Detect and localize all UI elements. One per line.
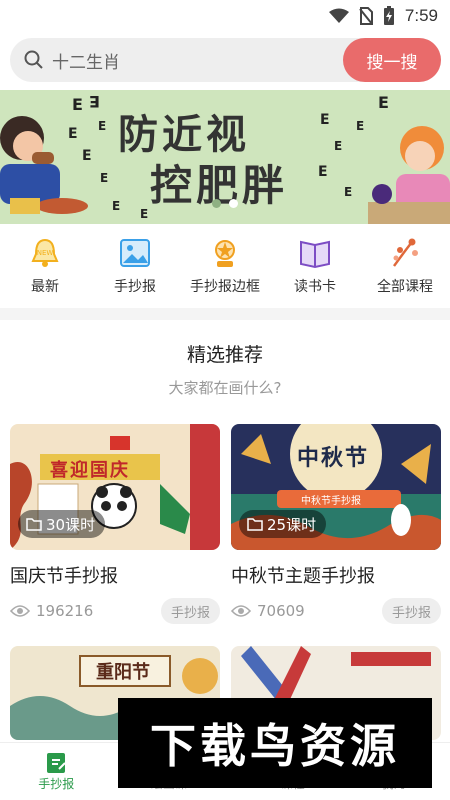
lesson-count: 25课时 — [267, 515, 317, 534]
course-name: 中秋节主题手抄报 — [231, 566, 375, 587]
category-all-courses[interactable]: 全部课程 — [360, 236, 450, 296]
course-tag: 手抄报 — [160, 598, 220, 624]
search-icon — [24, 50, 43, 69]
no-sim-icon — [359, 7, 373, 25]
bell-new-icon: NEW — [31, 238, 59, 267]
category-label: 手抄报 — [114, 279, 156, 295]
svg-text:E: E — [140, 207, 148, 221]
search-bar[interactable]: 十二生肖 搜一搜 — [10, 38, 441, 82]
section-title: 精选推荐 — [186, 344, 263, 366]
category-latest[interactable]: NEW 最新 — [0, 236, 90, 296]
branch-icon — [392, 238, 418, 267]
view-count: 196216 — [10, 602, 93, 620]
tab-handcopy[interactable]: 手抄报 — [11, 751, 101, 792]
wifi-icon — [328, 8, 349, 23]
course-name: 国庆节手抄报 — [10, 566, 118, 587]
flower-frame-icon — [215, 240, 235, 267]
svg-text:E: E — [89, 92, 100, 111]
svg-text:E: E — [72, 95, 83, 114]
category-label: 读书卡 — [294, 279, 336, 295]
svg-text:E: E — [318, 164, 328, 180]
svg-text:E: E — [112, 199, 120, 213]
status-bar: 7:59 — [0, 0, 450, 32]
svg-text:E: E — [334, 139, 342, 153]
course-thumbnail: 中秋节 中秋节手抄报 25课时 — [231, 424, 441, 550]
book-icon — [300, 240, 330, 269]
search-button[interactable]: 搜一搜 — [343, 38, 441, 82]
svg-text:E: E — [356, 119, 364, 133]
svg-text:E: E — [378, 93, 389, 112]
banner-dot-2 — [229, 199, 238, 208]
watermark-overlay: 下载鸟资源 — [118, 698, 432, 788]
thumbnail-caption: 喜迎国庆 — [50, 460, 130, 481]
category-label: 手抄报边框 — [190, 279, 260, 295]
handcopy-tab-icon — [47, 753, 66, 773]
status-time: 7:59 — [404, 6, 438, 25]
lesson-count-badge: 25课时 — [239, 510, 327, 538]
banner-dot-1 — [212, 199, 221, 208]
category-handcopy[interactable]: 手抄报 — [90, 236, 180, 296]
folder-icon — [26, 518, 42, 531]
view-count-value: 70609 — [257, 602, 305, 620]
category-row: NEW 最新 手抄报 手抄报边框 读书卡 全部课程 — [0, 226, 450, 308]
category-readcard[interactable]: 读书卡 — [270, 236, 360, 296]
course-meta: 196216 手抄报 — [10, 598, 220, 624]
battery-charging-icon — [383, 6, 394, 25]
view-count: 70609 — [231, 602, 305, 620]
picture-icon — [120, 239, 150, 267]
folder-icon — [247, 518, 263, 531]
eye-icon — [10, 605, 30, 617]
section-divider — [0, 308, 450, 320]
category-label: 全部课程 — [377, 279, 433, 295]
promo-banner[interactable]: E E E E E E E E E E E E E E 防近视 控肥胖 — [0, 90, 450, 224]
lesson-count-badge: 30课时 — [18, 510, 106, 538]
category-label: 最新 — [31, 279, 59, 295]
thumbnail-caption: 重阳节 — [96, 662, 150, 683]
search-input[interactable]: 十二生肖 — [52, 48, 120, 73]
thumbnail-caption: 中秋节 — [297, 446, 370, 471]
lesson-count: 30课时 — [46, 515, 96, 534]
svg-text:E: E — [68, 126, 78, 142]
view-count-value: 196216 — [36, 602, 94, 620]
course-meta: 70609 手抄报 — [231, 598, 441, 624]
course-tag: 手抄报 — [381, 598, 441, 624]
course-thumbnail: 喜迎国庆 30课时 — [10, 424, 220, 550]
svg-text:E: E — [82, 148, 92, 164]
svg-text:E: E — [98, 119, 106, 133]
tab-label: 手抄报 — [38, 777, 75, 791]
course-card[interactable]: 中秋节 中秋节手抄报 25课时 中秋节主题手抄报 70609 手抄报 — [231, 424, 441, 624]
svg-text:NEW: NEW — [37, 249, 54, 257]
category-border[interactable]: 手抄报边框 — [180, 236, 270, 296]
section-subtitle: 大家都在画什么? — [168, 379, 282, 397]
eye-icon — [231, 605, 251, 617]
svg-text:E: E — [320, 112, 330, 128]
svg-text:E: E — [344, 185, 352, 199]
course-card[interactable]: 喜迎国庆 30课时 国庆节手抄报 196216 手抄报 — [10, 424, 220, 624]
svg-text:E: E — [100, 171, 108, 185]
thumbnail-subcaption: 中秋节手抄报 — [301, 496, 361, 507]
